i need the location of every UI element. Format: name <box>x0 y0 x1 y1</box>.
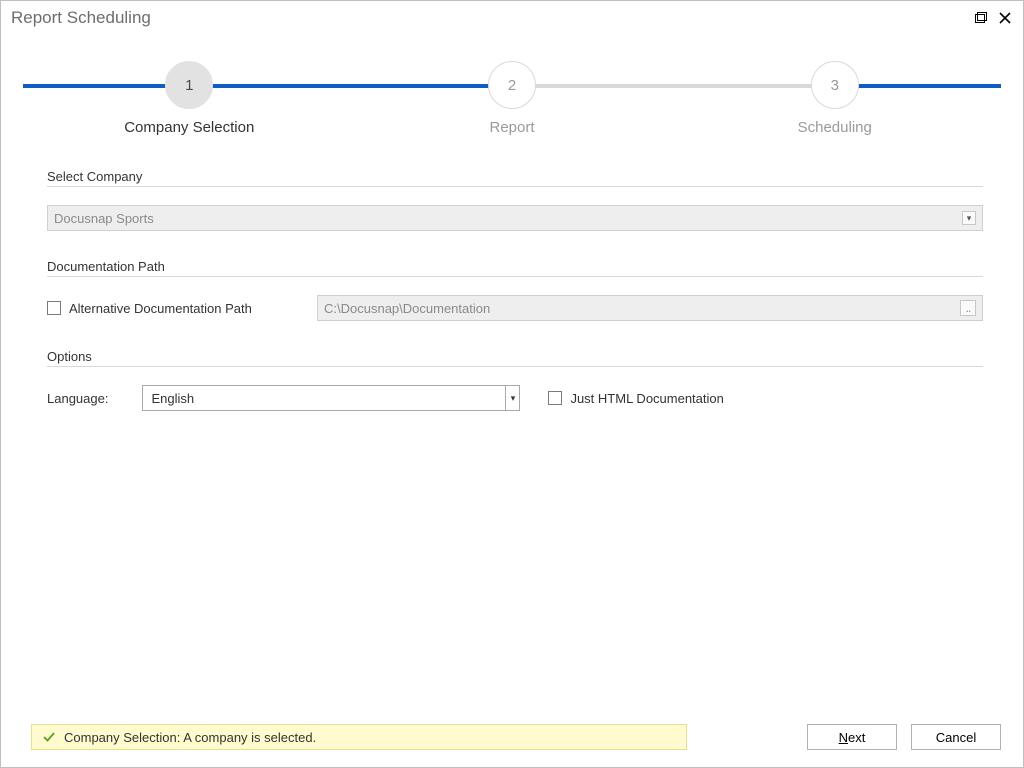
step-3-node[interactable]: 3 <box>811 61 859 109</box>
step-2-label: Report <box>489 119 534 136</box>
wizard-stepper: 1 2 3 <box>23 61 1001 109</box>
step-3-label: Scheduling <box>798 119 872 136</box>
next-button[interactable]: Next <box>807 724 897 750</box>
language-label: Language: <box>47 391 108 406</box>
select-company-heading: Select Company <box>47 169 983 184</box>
language-select[interactable]: English ▾ <box>142 385 520 411</box>
divider <box>47 366 983 367</box>
checkbox-icon <box>47 301 61 315</box>
step-1-label: Company Selection <box>124 119 254 136</box>
cancel-button[interactable]: Cancel <box>911 724 1001 750</box>
window-title: Report Scheduling <box>11 8 967 28</box>
close-button[interactable] <box>995 8 1015 28</box>
options-heading: Options <box>47 349 983 364</box>
just-html-label: Just HTML Documentation <box>570 391 723 406</box>
company-select-value: Docusnap Sports <box>54 211 962 226</box>
check-icon <box>42 730 56 744</box>
step-2-number: 2 <box>508 77 516 94</box>
just-html-checkbox[interactable]: Just HTML Documentation <box>548 391 723 406</box>
status-text: Company Selection: A company is selected… <box>64 730 316 745</box>
company-select[interactable]: Docusnap Sports ▾ <box>47 205 983 231</box>
alt-doc-path-checkbox[interactable]: Alternative Documentation Path <box>47 301 307 316</box>
next-underline: N <box>839 730 848 745</box>
divider <box>47 186 983 187</box>
doc-path-input: C:\Docusnap\Documentation .. <box>317 295 983 321</box>
chevron-down-icon: ▾ <box>962 211 976 225</box>
alt-doc-path-label: Alternative Documentation Path <box>69 301 252 316</box>
browse-button[interactable]: .. <box>960 300 976 316</box>
step-1-number: 1 <box>185 77 193 94</box>
step-2-node[interactable]: 2 <box>488 61 536 109</box>
checkbox-icon <box>548 391 562 405</box>
divider <box>47 276 983 277</box>
maximize-button[interactable] <box>971 8 991 28</box>
next-rest: ext <box>848 730 865 745</box>
chevron-down-icon: ▾ <box>505 386 519 410</box>
status-bar: Company Selection: A company is selected… <box>31 724 687 750</box>
doc-path-value: C:\Docusnap\Documentation <box>324 301 960 316</box>
step-1-node[interactable]: 1 <box>165 61 213 109</box>
language-value: English <box>143 391 505 406</box>
documentation-path-heading: Documentation Path <box>47 259 983 274</box>
step-3-number: 3 <box>831 77 839 94</box>
